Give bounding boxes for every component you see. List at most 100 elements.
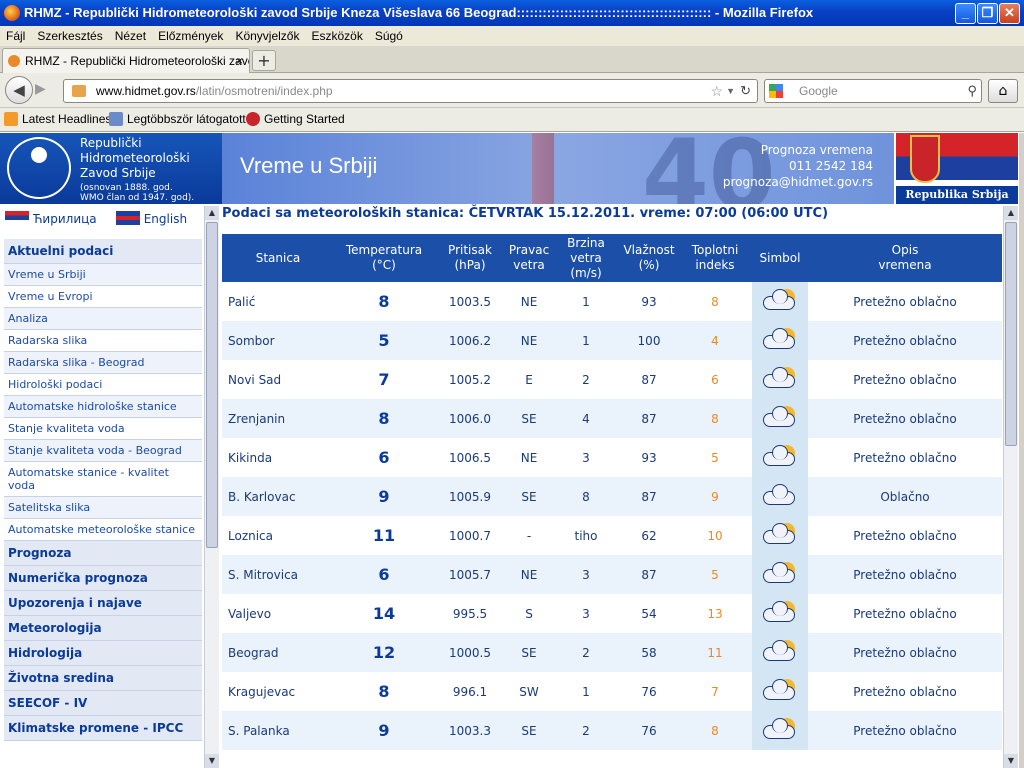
scroll-down-arrow-icon[interactable]: ▼ bbox=[205, 754, 219, 768]
rhmz-emblem-icon bbox=[7, 137, 71, 199]
cell-speed: 3 bbox=[552, 555, 620, 594]
menu-tools[interactable]: Eszközök bbox=[305, 26, 368, 46]
scroll-down-arrow-icon[interactable]: ▼ bbox=[1004, 754, 1018, 768]
sidebar-item-20[interactable]: Klimatske promene - IPCC bbox=[4, 716, 202, 741]
menu-file[interactable]: Fájl bbox=[0, 26, 31, 46]
cell-temp: 9 bbox=[334, 711, 434, 750]
weather-symbol-cell bbox=[752, 477, 808, 516]
weather-symbol-cell bbox=[752, 438, 808, 477]
partly-cloudy-icon bbox=[761, 716, 799, 742]
cell-speed: 2 bbox=[552, 360, 620, 399]
table-row: Kikinda 6 1006.5 NE 3 93 5 Pretežno oblačno bbox=[222, 438, 1002, 477]
partly-cloudy-icon bbox=[761, 443, 799, 469]
bookmark-star-icon[interactable]: ☆ bbox=[710, 80, 723, 102]
sidebar-item-11[interactable]: Satelitska slika bbox=[4, 497, 202, 519]
rhmz-logo[interactable]: Republički Hidrometeorološki Zavod Srbij… bbox=[0, 133, 222, 204]
logo-founded: (osnovan 1888. god. bbox=[80, 183, 173, 193]
tab-rhmz[interactable]: RHMZ - Republički Hidrometeorološki zavo… bbox=[2, 48, 250, 73]
menu-history[interactable]: Előzmények bbox=[152, 26, 229, 46]
table-row: Sombor 5 1006.2 NE 1 100 4 Pretežno oblačno bbox=[222, 321, 1002, 360]
weather-symbol-cell bbox=[752, 555, 808, 594]
menu-help[interactable]: Súgó bbox=[369, 26, 409, 46]
sidebar-item-0[interactable]: Aktuelni podaci bbox=[4, 239, 202, 264]
home-button[interactable]: ⌂ bbox=[988, 79, 1018, 103]
sidebar-item-6[interactable]: Hidrološki podaci bbox=[4, 374, 202, 396]
site-identity-icon[interactable] bbox=[72, 85, 86, 97]
observations-table-wrapper: Stanica Temperatura (°C) Pritisak (hPa) Prava… bbox=[222, 234, 1002, 768]
sidebar-item-16[interactable]: Meteorologija bbox=[4, 616, 202, 641]
close-button[interactable]: ✕ bbox=[999, 3, 1020, 24]
sidebar-item-14[interactable]: Numerička prognoza bbox=[4, 566, 202, 591]
maximize-button[interactable]: ❐ bbox=[977, 3, 998, 24]
sidebar-item-4[interactable]: Radarska slika bbox=[4, 330, 202, 352]
bookmarks-toolbar: Latest Headlines Legtöbbször látogatott … bbox=[0, 108, 1024, 132]
sidebar-item-10[interactable]: Automatske stanice - kvalitet voda bbox=[4, 462, 202, 497]
partly-cloudy-icon bbox=[761, 677, 799, 703]
cell-desc: Pretežno oblačno bbox=[808, 321, 1002, 360]
cell-humidity: 93 bbox=[620, 438, 678, 477]
url-path: /latin/osmotreni/index.php bbox=[195, 84, 333, 98]
sidebar-item-17[interactable]: Hidrologija bbox=[4, 641, 202, 666]
cell-dir: NE bbox=[506, 438, 552, 477]
bookmark-getting-started[interactable]: Getting Started bbox=[246, 108, 345, 131]
cell-pressure: 996.1 bbox=[434, 672, 506, 711]
scroll-thumb[interactable] bbox=[1005, 222, 1017, 446]
cell-speed: 3 bbox=[552, 438, 620, 477]
sidebar-item-15[interactable]: Upozorenja i najave bbox=[4, 591, 202, 616]
cell-humidity: 87 bbox=[620, 399, 678, 438]
sidebar-item-9[interactable]: Stanje kvaliteta voda - Beograd bbox=[4, 440, 202, 462]
sidebar-item-12[interactable]: Automatske meteorološke stanice bbox=[4, 519, 202, 541]
cell-pressure: 1005.2 bbox=[434, 360, 506, 399]
cell-dir: SW bbox=[506, 672, 552, 711]
search-icon[interactable]: ⚲ bbox=[967, 80, 977, 102]
url-bar[interactable]: www.hidmet.gov.rs/latin/osmotreni/index.… bbox=[63, 79, 758, 103]
tab-close-icon[interactable]: × bbox=[236, 49, 243, 73]
bookmark-latest-headlines[interactable]: Latest Headlines bbox=[4, 108, 111, 131]
menu-edit[interactable]: Szerkesztés bbox=[31, 26, 108, 46]
sidebar-item-1[interactable]: Vreme u Srbiji bbox=[4, 264, 202, 286]
sidebar-scrollbar[interactable]: ▲ ▼ bbox=[204, 206, 219, 768]
cell-heat: 13 bbox=[678, 594, 752, 633]
sidebar-item-18[interactable]: Životna sredina bbox=[4, 666, 202, 691]
cell-station: Beograd bbox=[222, 633, 334, 672]
sidebar-item-8[interactable]: Stanje kvaliteta voda bbox=[4, 418, 202, 440]
weather-symbol-cell bbox=[752, 360, 808, 399]
scroll-thumb[interactable] bbox=[206, 222, 218, 548]
lang-cyrillic-link[interactable]: Ћирилица bbox=[5, 211, 97, 226]
observations-header: Podaci sa meteoroloških stanica: ČETVRTA… bbox=[222, 206, 829, 221]
cell-temp: 14 bbox=[334, 594, 434, 633]
sidebar-item-19[interactable]: SEECOF - IV bbox=[4, 691, 202, 716]
bookmark-most-visited[interactable]: Legtöbbször látogatott bbox=[109, 108, 246, 131]
cloud-icon bbox=[763, 679, 795, 700]
forward-button[interactable]: ▶ bbox=[35, 81, 46, 97]
language-switch: Ћирилица English bbox=[5, 211, 187, 226]
cloud-icon bbox=[763, 289, 795, 310]
main-scrollbar[interactable]: ▲ ▼ bbox=[1003, 206, 1018, 768]
menu-bookmarks[interactable]: Könyvjelzők bbox=[229, 26, 305, 46]
url-dropdown-icon[interactable]: ▼ bbox=[726, 80, 735, 102]
sidebar-item-13[interactable]: Prognoza bbox=[4, 541, 202, 566]
table-row: Valjevo 14 995.5 S 3 54 13 Pretežno oblačno bbox=[222, 594, 1002, 633]
weather-symbol-cell bbox=[752, 672, 808, 711]
sidebar-item-5[interactable]: Radarska slika - Beograd bbox=[4, 352, 202, 374]
back-button[interactable]: ◀ bbox=[5, 76, 33, 104]
sidebar-item-3[interactable]: Analiza bbox=[4, 308, 202, 330]
minimize-button[interactable]: _ bbox=[955, 3, 976, 24]
serbia-flag[interactable]: Republika Srbija bbox=[896, 133, 1018, 204]
url-host: www.hidmet.gov.rs bbox=[96, 84, 196, 98]
contact-email[interactable]: prognoza@hidmet.gov.rs bbox=[723, 175, 873, 189]
new-tab-button[interactable]: + bbox=[252, 50, 276, 71]
cell-dir: SE bbox=[506, 711, 552, 750]
cell-station: Valjevo bbox=[222, 594, 334, 633]
reload-icon[interactable]: ↻ bbox=[740, 80, 751, 102]
sidebar-item-2[interactable]: Vreme u Evropi bbox=[4, 286, 202, 308]
banner-deco-number: 40 bbox=[642, 133, 776, 204]
menu-view[interactable]: Nézet bbox=[109, 26, 152, 46]
table-row: Beograd 12 1000.5 SE 2 58 11 Pretežno oblačno bbox=[222, 633, 1002, 672]
search-input[interactable]: Google ⚲ bbox=[764, 79, 982, 103]
lang-english-link[interactable]: English bbox=[115, 211, 187, 226]
scroll-up-arrow-icon[interactable]: ▲ bbox=[205, 206, 219, 220]
google-engine-icon[interactable] bbox=[769, 84, 783, 98]
scroll-up-arrow-icon[interactable]: ▲ bbox=[1004, 206, 1018, 220]
sidebar-item-7[interactable]: Automatske hidrološke stanice bbox=[4, 396, 202, 418]
